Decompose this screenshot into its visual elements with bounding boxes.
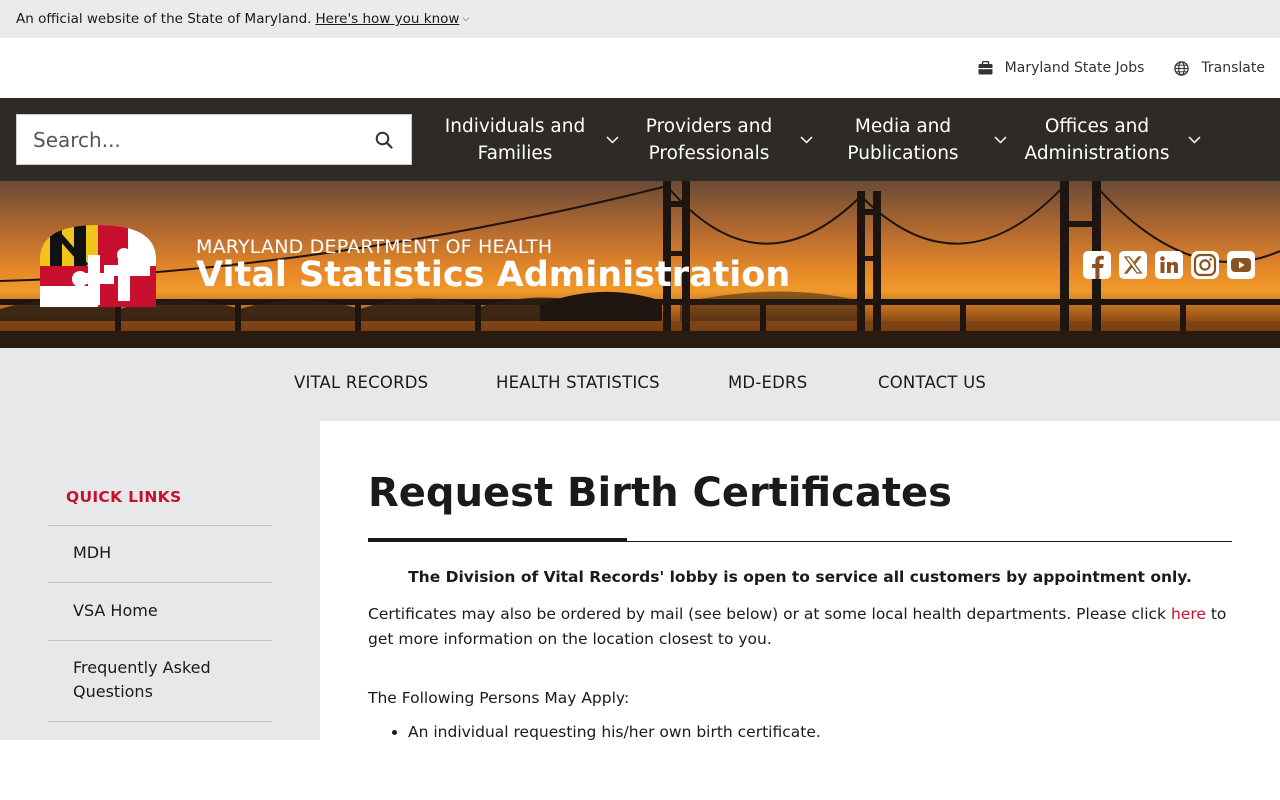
- quick-link-vsa-home[interactable]: VSA Home: [73, 599, 253, 623]
- search-box: [16, 114, 412, 165]
- search-icon[interactable]: [375, 131, 393, 153]
- chevron-down-icon: [800, 135, 813, 144]
- state-jobs-label: Maryland State Jobs: [1004, 60, 1145, 76]
- subnav-health-statistics[interactable]: HEALTH STATISTICS: [496, 373, 660, 392]
- page-title: Request Birth Certificates: [368, 470, 952, 516]
- hero-banner: MARYLAND DEPARTMENT OF HEALTH Vital Stat…: [0, 181, 1280, 348]
- list-item: An individual requesting his/her own bir…: [408, 723, 1232, 740]
- nav-label: Providers and Professionals: [645, 115, 773, 164]
- x-twitter-icon[interactable]: [1118, 250, 1148, 280]
- chevron-down-icon[interactable]: ⌵: [462, 14, 469, 24]
- chevron-down-icon: [606, 135, 619, 144]
- section-navigation: VITAL RECORDS HEALTH STATISTICS MD-EDRS …: [0, 348, 1280, 421]
- nav-label: Offices and Administrations: [1024, 115, 1170, 164]
- eligible-applicants-list: An individual requesting his/her own bir…: [368, 723, 1232, 740]
- linkedin-icon[interactable]: [1154, 250, 1184, 280]
- translate-label: Translate: [1201, 60, 1265, 76]
- chevron-down-icon: [994, 135, 1007, 144]
- lobby-notice: The Division of Vital Records' lobby is …: [408, 568, 1192, 586]
- main-navigation: Individuals and Families Providers and P…: [0, 98, 1280, 181]
- youtube-icon[interactable]: [1226, 250, 1256, 280]
- official-banner: An official website of the State of Mary…: [0, 0, 1280, 38]
- globe-icon: [1174, 60, 1190, 76]
- instagram-icon[interactable]: [1190, 250, 1220, 280]
- title-underline-accent: [368, 538, 627, 542]
- divider: [48, 525, 272, 526]
- chevron-down-icon: [1188, 135, 1201, 144]
- maryland-flag-logo: [40, 225, 156, 307]
- divider: [48, 582, 272, 583]
- ordering-paragraph: Certificates may also be ordered by mail…: [368, 605, 1227, 648]
- how-you-know-link[interactable]: Here's how you know: [315, 11, 459, 27]
- subnav-contact-us[interactable]: CONTACT US: [878, 373, 986, 392]
- search-input[interactable]: [17, 115, 347, 164]
- nav-providers-professionals[interactable]: Providers and Professionals: [624, 98, 813, 181]
- subnav-vital-records[interactable]: VITAL RECORDS: [294, 373, 428, 392]
- state-jobs-link[interactable]: Maryland State Jobs: [978, 60, 1145, 76]
- quick-link-faq[interactable]: Frequently Asked Questions: [73, 656, 253, 704]
- quick-links-title: QUICK LINKS: [66, 488, 182, 506]
- nav-label: Media and Publications: [847, 115, 959, 164]
- nav-offices-administrations[interactable]: Offices and Administrations: [1012, 98, 1201, 181]
- briefcase-icon: [978, 61, 993, 75]
- nav-media-publications[interactable]: Media and Publications: [818, 98, 1007, 181]
- eligible-applicants-heading: The Following Persons May Apply:: [368, 689, 630, 707]
- facebook-icon[interactable]: [1082, 250, 1112, 280]
- translate-link[interactable]: Translate: [1174, 60, 1265, 76]
- quick-links-sidebar: QUICK LINKS MDH VSA Home Frequently Aske…: [0, 421, 320, 740]
- location-info-link[interactable]: here: [1171, 605, 1206, 623]
- nav-label: Individuals and Families: [444, 115, 586, 164]
- administration-name[interactable]: Vital Statistics Administration: [196, 255, 790, 295]
- divider: [48, 640, 272, 641]
- quick-link-mdh[interactable]: MDH: [73, 541, 253, 565]
- subnav-md-edrs[interactable]: MD-EDRS: [728, 373, 807, 392]
- divider: [48, 721, 272, 722]
- utility-bar: Maryland State Jobs Translate: [0, 38, 1280, 98]
- nav-individuals-families[interactable]: Individuals and Families: [430, 98, 619, 181]
- official-banner-text: An official website of the State of Mary…: [16, 11, 312, 27]
